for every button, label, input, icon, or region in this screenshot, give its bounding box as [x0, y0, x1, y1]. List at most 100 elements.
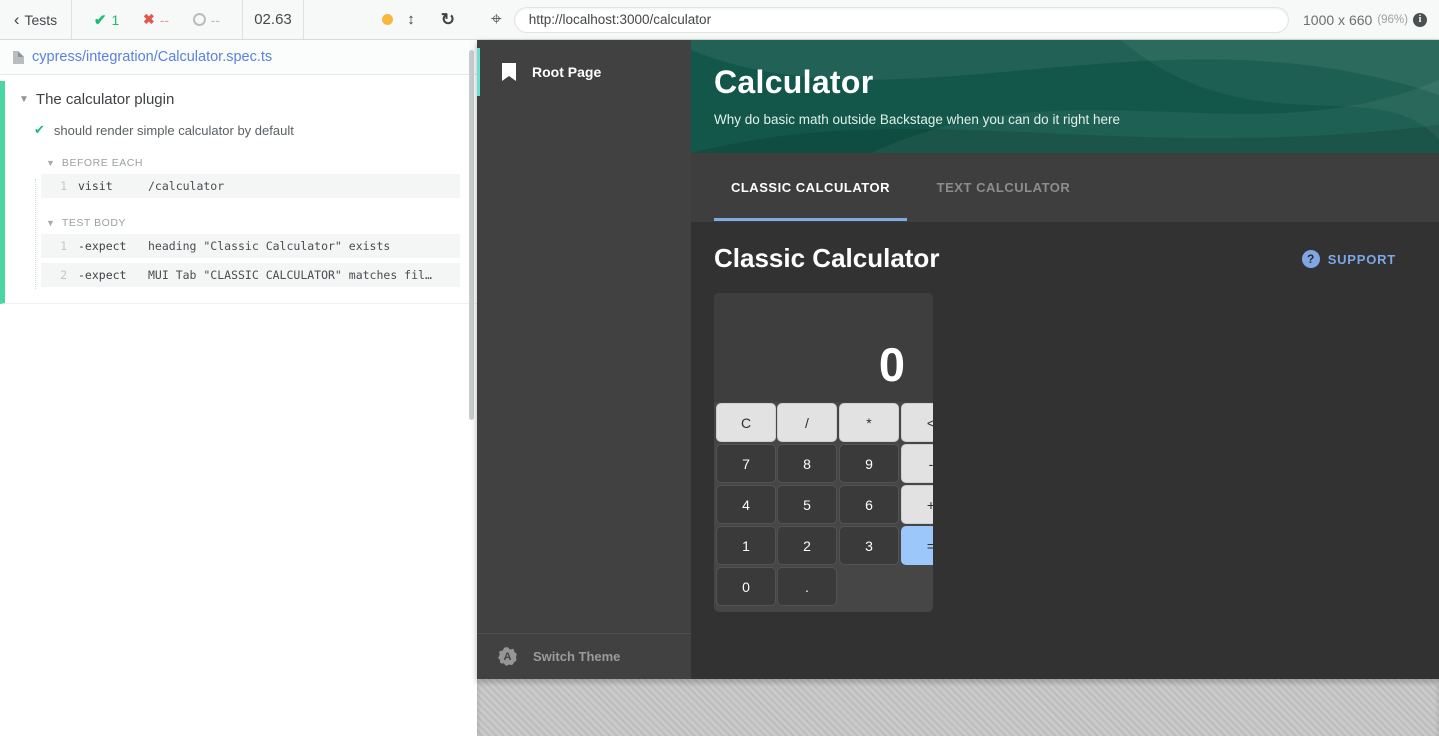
sidebar-item-root-page[interactable]: Root Page	[477, 48, 691, 96]
bookmark-icon	[502, 63, 516, 81]
active-tab-indicator	[714, 218, 907, 221]
tab-classic-calculator[interactable]: CLASSIC CALCULATOR	[714, 153, 907, 222]
content-heading: Classic Calculator	[714, 243, 939, 274]
command-method: -expect	[78, 239, 148, 253]
collapse-triangle-icon: ▼	[46, 158, 55, 168]
command-number: 1	[41, 239, 67, 253]
tab-text-calculator[interactable]: TEXT CALCULATOR	[907, 153, 1100, 222]
back-to-tests-button[interactable]: ‹ Tests	[0, 0, 72, 39]
question-mark-icon: ?	[1302, 250, 1320, 268]
suite-row[interactable]: ▼ The calculator plugin	[5, 91, 477, 108]
pending-stat[interactable]: --	[193, 12, 220, 28]
calc-button-1[interactable]: 1	[716, 526, 776, 565]
command-row[interactable]: 1 -expect heading "Classic Calculator" e…	[41, 234, 460, 258]
command-method: visit	[78, 179, 148, 193]
calculator-display-value: 0	[879, 341, 905, 388]
info-icon[interactable]: i	[1413, 13, 1427, 27]
back-to-tests-label: Tests	[24, 12, 57, 28]
spec-path-link[interactable]: cypress/integration/Calculator.spec.ts	[32, 49, 272, 65]
check-icon: ✔	[94, 11, 107, 29]
screen: ‹ Tests ✔ 1 ✖ -- -- 02.63	[0, 0, 1439, 736]
pending-count: --	[211, 12, 220, 28]
calc-button-*[interactable]: *	[839, 403, 899, 442]
calc-button-5[interactable]: 5	[777, 485, 837, 524]
calc-button-7[interactable]: 7	[716, 444, 776, 483]
command-method: -expect	[78, 268, 148, 282]
command-message: /calculator	[148, 179, 224, 193]
calc-button-8[interactable]: 8	[777, 444, 837, 483]
viewport-scale-dot-icon	[382, 14, 393, 25]
command-message: MUI Tab "CLASSIC CALCULATOR" matches fil…	[148, 268, 432, 282]
file-icon	[13, 51, 24, 64]
app-region: Root Page A Switch Theme Calculator Why …	[477, 40, 1439, 736]
page-title: Calculator	[714, 64, 873, 101]
outside-viewport-stripes	[477, 679, 1439, 736]
test-title: should render simple calculator by defau…	[54, 123, 294, 138]
calc-button-/[interactable]: /	[777, 403, 837, 442]
passed-stat[interactable]: ✔ 1	[94, 11, 119, 29]
calc-button-C[interactable]: C	[716, 403, 776, 442]
cypress-topbar: ‹ Tests ✔ 1 ✖ -- -- 02.63	[0, 0, 1439, 40]
calc-button-9[interactable]: 9	[839, 444, 899, 483]
test-body-section[interactable]: ▼ TEST BODY	[5, 217, 477, 229]
backstage-app: Root Page A Switch Theme Calculator Why …	[477, 40, 1439, 679]
calc-button-<[interactable]: <	[901, 403, 933, 442]
failed-count: --	[160, 12, 169, 28]
calc-button-.[interactable]: .	[777, 567, 837, 606]
page-subtitle: Why do basic math outside Backstage when…	[714, 112, 1120, 127]
tabs-bar: CLASSIC CALCULATOR TEXT CALCULATOR	[691, 153, 1439, 222]
support-label: SUPPORT	[1328, 252, 1396, 267]
pending-circle-icon	[193, 13, 206, 26]
sidebar-item-switch-theme[interactable]: A Switch Theme	[477, 633, 691, 679]
sidebar-item-label: Switch Theme	[533, 649, 620, 664]
reporter-scrollbar[interactable]	[469, 50, 474, 420]
indent-guide	[35, 179, 36, 289]
viewport-scale: (96%)	[1377, 14, 1408, 26]
backstage-sidebar: Root Page A Switch Theme	[477, 40, 691, 679]
calculator-display: 0	[714, 293, 933, 402]
x-icon: ✖	[143, 11, 155, 28]
viewport-size: 1000 x 660	[1303, 12, 1372, 28]
refresh-icon[interactable]: ↻	[441, 10, 455, 30]
auto-scroll-icon[interactable]: ↕	[407, 11, 415, 28]
calc-button-4[interactable]: 4	[716, 485, 776, 524]
support-button[interactable]: ? SUPPORT	[1302, 250, 1396, 268]
cypress-reporter-panel: cypress/integration/Calculator.spec.ts ▼…	[0, 40, 477, 736]
viewport-info: 1000 x 660 (96%) i	[1303, 12, 1427, 28]
before-each-section[interactable]: ▼ BEFORE EACH	[5, 157, 477, 169]
test-duration: 02.63	[243, 0, 304, 39]
calc-button-3[interactable]: 3	[839, 526, 899, 565]
command-number: 2	[41, 268, 67, 282]
selector-playground-icon[interactable]: ⌖	[491, 9, 502, 31]
calc-button-6[interactable]: 6	[839, 485, 899, 524]
command-row[interactable]: 1 visit /calculator	[41, 174, 460, 198]
calc-button-=[interactable]: =	[901, 526, 933, 565]
calc-button-0[interactable]: 0	[716, 567, 776, 606]
failed-stat[interactable]: ✖ --	[143, 11, 169, 28]
calc-button-2[interactable]: 2	[777, 526, 837, 565]
test-row[interactable]: ✔ should render simple calculator by def…	[5, 122, 477, 138]
page-content: Classic Calculator ? SUPPORT 0 C/*<789- 4…	[691, 222, 1439, 679]
cypress-topbar-right: ⌖ http://localhost:3000/calculator 1000 …	[477, 0, 1439, 39]
test-pass-check-icon: ✔	[34, 122, 45, 138]
command-message: heading "Classic Calculator" exists	[148, 239, 390, 253]
collapse-triangle-icon: ▼	[46, 218, 55, 228]
collapse-triangle-icon: ▼	[19, 94, 29, 105]
section-label-text: TEST BODY	[62, 217, 126, 229]
calc-button--[interactable]: -	[901, 444, 933, 483]
chevron-left-icon: ‹	[14, 11, 20, 28]
section-label-text: BEFORE EACH	[62, 157, 143, 169]
brightness-auto-icon: A	[498, 647, 517, 666]
url-text: http://localhost:3000/calculator	[529, 12, 711, 27]
page-header: Calculator Why do basic math outside Bac…	[691, 40, 1439, 153]
calc-button-+[interactable]: +	[901, 485, 933, 524]
command-row[interactable]: 2 -expect MUI Tab "CLASSIC CALCULATOR" m…	[41, 263, 460, 287]
suite-title: The calculator plugin	[36, 91, 174, 108]
spec-header: cypress/integration/Calculator.spec.ts	[0, 40, 477, 75]
cypress-topbar-left: ‹ Tests ✔ 1 ✖ -- -- 02.63	[0, 0, 477, 39]
test-block: ▼ The calculator plugin ✔ should render …	[0, 81, 477, 304]
command-number: 1	[41, 179, 67, 193]
url-bar[interactable]: http://localhost:3000/calculator	[514, 7, 1289, 33]
runner-controls: ↕ ↻	[304, 10, 477, 30]
passed-count: 1	[111, 12, 119, 28]
